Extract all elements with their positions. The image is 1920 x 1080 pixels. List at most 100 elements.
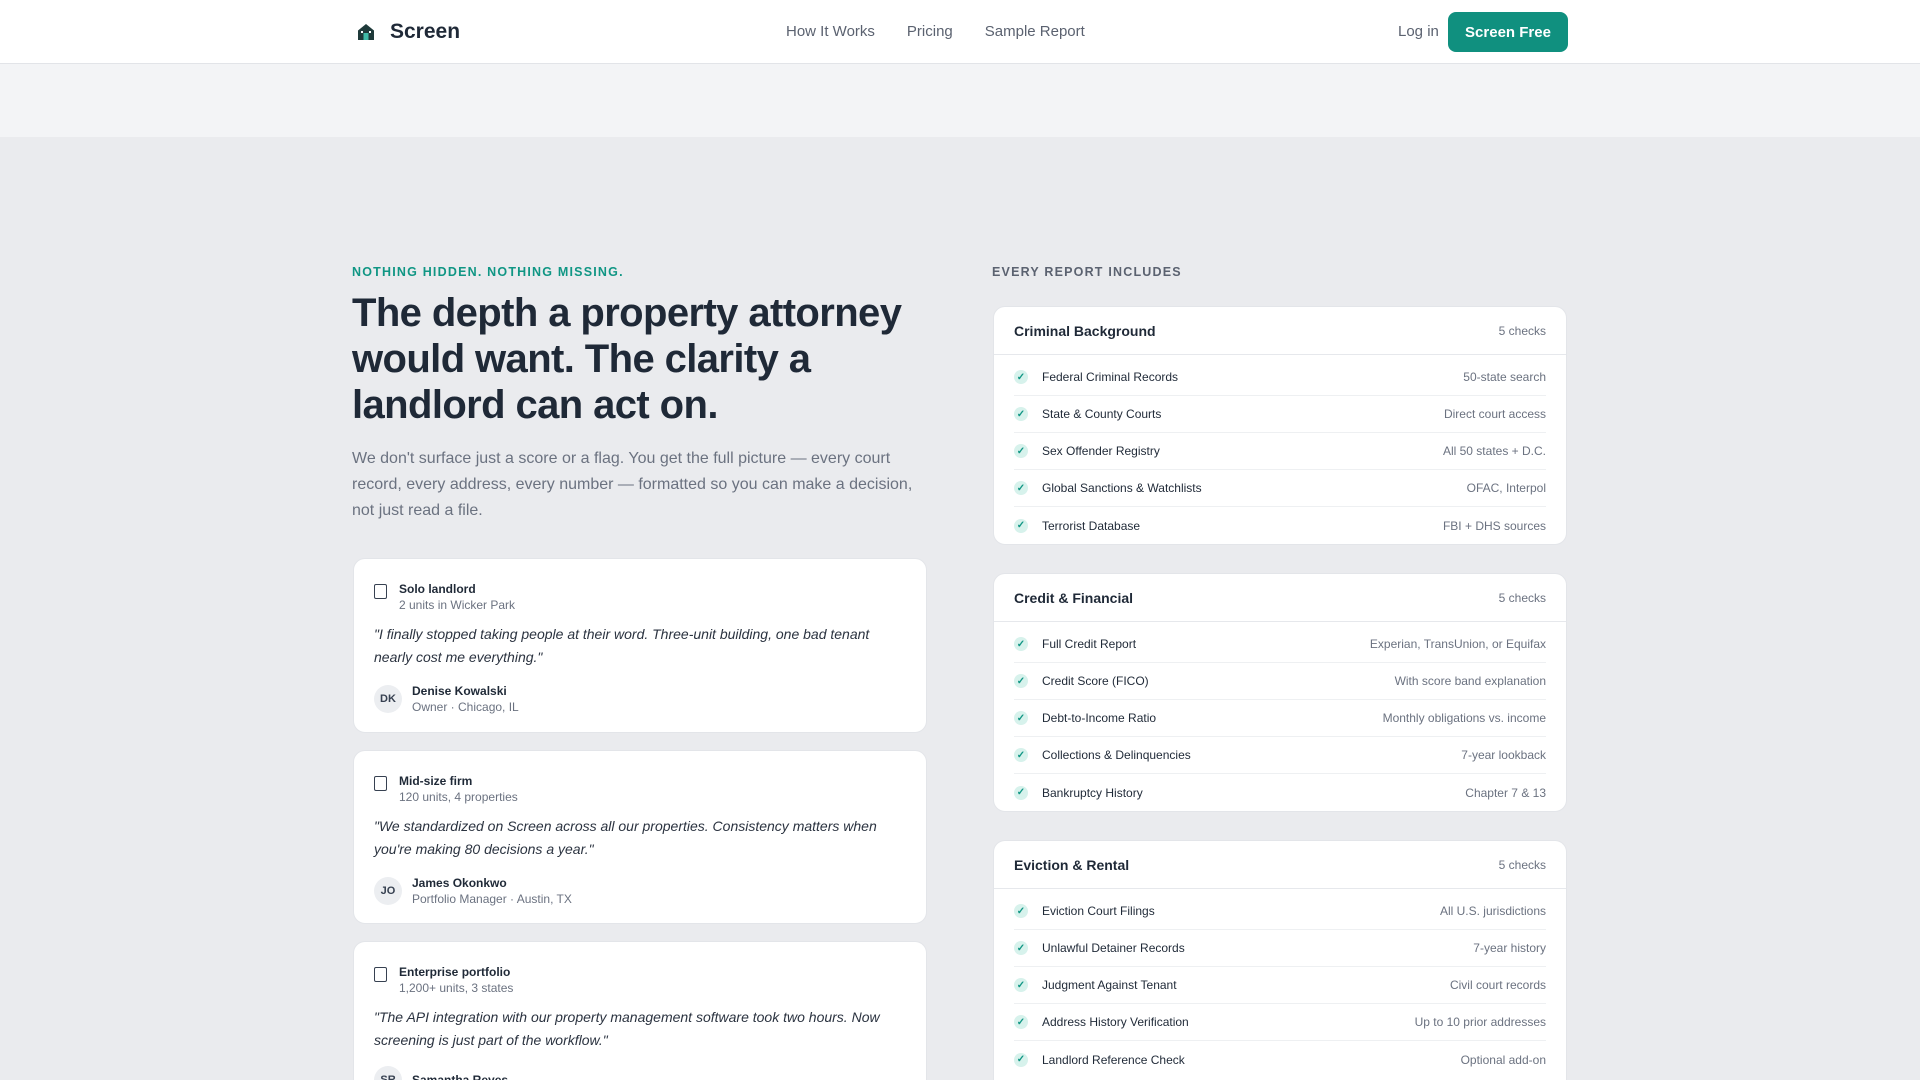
testimonial-segment: Enterprise portfolio: [399, 965, 511, 979]
check-icon: ✓: [1014, 518, 1028, 533]
top-navigation-bar: Screen How It Works Pricing Sample Repor…: [0, 0, 1920, 64]
check-label: Landlord Reference Check: [1042, 1052, 1185, 1067]
check-row: ✓ Credit Score (FICO) With score band expl…: [1014, 663, 1546, 700]
check-note: FBI + DHS sources: [1442, 518, 1546, 533]
screen-free-button[interactable]: Screen Free: [1448, 12, 1568, 52]
check-note: 7-year history: [1473, 941, 1546, 955]
check-icon: ✓: [1014, 711, 1028, 725]
check-icon: ✓: [1014, 785, 1028, 800]
check-row: ✓ Sex Offender Registry All 50 states + D.…: [1014, 433, 1546, 470]
check-row: ✓ Global Sanctions & Watchlists OFAC, Inte…: [1014, 470, 1546, 507]
section-eyebrow: NOTHING HIDDEN. NOTHING MISSING.: [352, 265, 624, 279]
check-row: ✓ Collections & Delinquencies 7-year lookb…: [1014, 737, 1546, 774]
check-icon: ✓: [1014, 748, 1028, 762]
check-row: ✓ Landlord Reference Check Optional add-on: [1014, 1041, 1546, 1078]
check-icon: ✓: [1014, 637, 1028, 651]
check-icon: ✓: [1014, 1052, 1028, 1067]
check-row: ✓ Full Credit Report Experian, TransUnion,…: [1014, 626, 1546, 663]
check-label: Credit Score (FICO): [1042, 674, 1149, 688]
check-note: All 50 states + D.C.: [1442, 444, 1546, 458]
check-icon: ✓: [1014, 407, 1028, 421]
house-icon: [358, 24, 374, 40]
person-role: Owner · Chicago, IL: [412, 700, 519, 714]
group-title: Criminal Background: [1014, 322, 1156, 339]
brand-name: Screen: [390, 20, 461, 43]
check-label: Full Credit Report: [1042, 637, 1137, 651]
check-row: ✓ Bankruptcy History Chapter 7 & 13: [1014, 774, 1546, 811]
check-row: ✓ Debt-to-Income Ratio Monthly obligations…: [1014, 700, 1546, 737]
nav-link-sample-report[interactable]: Sample Report: [985, 23, 1085, 40]
check-icon: ✓: [1014, 370, 1028, 384]
group-count: 5 checks: [1498, 590, 1546, 605]
check-label: Sex Offender Registry: [1042, 444, 1160, 458]
check-label: Judgment Against Tenant: [1042, 978, 1177, 992]
avatar: JO: [374, 877, 402, 905]
check-row: ✓ Federal Criminal Records 50-state search: [1014, 359, 1546, 396]
check-note: Direct court access: [1443, 407, 1546, 421]
person-name: Denise Kowalski: [412, 684, 507, 698]
check-group-card: Credit & Financial 5 checks ✓ Full Credit…: [993, 573, 1567, 812]
testimonial-card: Solo landlord 2 units in Wicker Park "I …: [353, 558, 927, 733]
check-note: Up to 10 prior addresses: [1414, 1015, 1546, 1029]
nav-link-pricing[interactable]: Pricing: [907, 23, 953, 40]
check-icon: ✓: [1014, 978, 1028, 992]
avatar: DK: [374, 685, 402, 713]
person-name: Samantha Reyes: [412, 1073, 509, 1080]
bookmark-icon: [374, 584, 387, 599]
check-icon: ✓: [1014, 674, 1028, 688]
brand[interactable]: Screen: [356, 20, 460, 44]
primary-nav: How It Works Pricing Sample Report: [786, 23, 1085, 40]
check-icon: ✓: [1014, 444, 1028, 458]
check-note: With score band explanation: [1394, 674, 1546, 688]
check-icon: ✓: [1014, 1015, 1028, 1029]
check-label: State & County Courts: [1042, 407, 1162, 421]
testimonial-detail: 120 units, 4 properties: [399, 790, 518, 804]
check-note: Chapter 7 & 13: [1465, 785, 1546, 800]
login-link[interactable]: Log in: [1398, 23, 1439, 40]
check-icon: ✓: [1014, 941, 1028, 955]
group-count: 5 checks: [1498, 857, 1546, 872]
testimonial-card: Mid-size firm 120 units, 4 properties "W…: [353, 750, 927, 924]
check-label: Unlawful Detainer Records: [1042, 941, 1185, 955]
check-label: Federal Criminal Records: [1042, 370, 1179, 384]
check-note: Civil court records: [1449, 978, 1546, 992]
testimonial-quote: "I finally stopped taking people at thei…: [374, 626, 870, 665]
testimonial-detail: 1,200+ units, 3 states: [399, 981, 514, 995]
check-note: Monthly obligations vs. income: [1382, 711, 1546, 725]
person-role: Portfolio Manager · Austin, TX: [412, 892, 572, 906]
person-name: James Okonkwo: [412, 876, 507, 890]
check-row: ✓ State & County Courts Direct court acces…: [1014, 396, 1546, 433]
check-label: Eviction Court Filings: [1042, 904, 1155, 918]
check-icon: ✓: [1014, 904, 1028, 918]
check-label: Debt-to-Income Ratio: [1042, 711, 1157, 725]
check-note: Experian, TransUnion, or Equifax: [1369, 637, 1546, 651]
check-row: ✓ Address History Verification Up to 10 pr…: [1014, 1004, 1546, 1041]
testimonial-quote: "We standardized on Screen across all ou…: [374, 818, 877, 857]
testimonial-detail: 2 units in Wicker Park: [399, 598, 516, 612]
check-note: All U.S. jurisdictions: [1439, 904, 1546, 918]
nav-link-how-it-works[interactable]: How It Works: [786, 23, 875, 40]
check-group-card: Criminal Background 5 checks ✓ Federal Cr…: [993, 306, 1567, 545]
check-label: Address History Verification: [1042, 1015, 1189, 1029]
testimonial-segment: Mid-size firm: [399, 774, 473, 788]
testimonial-card: Enterprise portfolio 1,200+ units, 3 sta…: [353, 941, 927, 1080]
check-icon: ✓: [1014, 481, 1028, 495]
check-label: Terrorist Database: [1042, 518, 1141, 533]
check-label: Collections & Delinquencies: [1042, 748, 1191, 762]
report-includes-eyebrow: EVERY REPORT INCLUDES: [992, 265, 1182, 279]
section-intro: We don't surface just a score or a flag.…: [352, 450, 913, 519]
section-headline: The depth a property attorney would want…: [352, 291, 902, 427]
group-count: 5 checks: [1498, 323, 1546, 338]
testimonial-segment: Solo landlord: [399, 582, 476, 596]
check-note: 50-state search: [1463, 370, 1546, 384]
check-note: OFAC, Interpol: [1466, 481, 1546, 495]
bookmark-icon: [374, 776, 387, 791]
group-title: Eviction & Rental: [1014, 856, 1130, 873]
testimonial-quote: "The API integration with our property m…: [374, 1009, 880, 1048]
check-label: Bankruptcy History: [1042, 785, 1143, 800]
check-label: Global Sanctions & Watchlists: [1042, 481, 1202, 495]
check-row: ✓ Terrorist Database FBI + DHS sources: [1014, 507, 1546, 544]
check-note: 7-year lookback: [1461, 748, 1546, 762]
hero-band: [0, 64, 1920, 137]
group-title: Credit & Financial: [1014, 589, 1134, 606]
